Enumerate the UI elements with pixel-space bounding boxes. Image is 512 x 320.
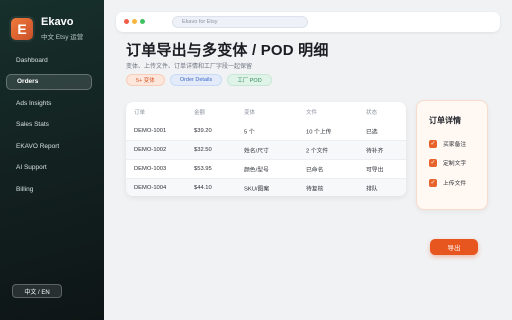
cell-order: DEMO-1001 <box>134 128 167 134</box>
window-close-dot[interactable] <box>124 19 129 24</box>
detail-item-label: 买家备注 <box>443 142 467 148</box>
table-row[interactable]: DEMO-1001 $39.20 5 个 10 个上传 已选 <box>126 122 406 140</box>
column-header-amount: 金额 <box>194 110 206 116</box>
table-row[interactable]: DEMO-1004 $44.10 SKU/图案 待复核 排队 <box>126 179 406 196</box>
detail-item-label: 上传文件 <box>443 181 467 187</box>
cell-amount: $53.95 <box>194 166 212 172</box>
export-button[interactable]: 导出 <box>430 239 478 255</box>
order-details-card: 订单详情 ✓ 买家备注 ✓ 定制文字 ✓ 上传文件 <box>416 100 488 210</box>
sidebar-item-orders[interactable]: Orders <box>6 73 92 90</box>
tag-row: 5+ 变体 Order Details 工厂 POD <box>126 74 277 86</box>
cell-status: 已选 <box>366 129 378 136</box>
column-header-variant: 变体 <box>244 110 256 116</box>
language-toggle-button[interactable]: 中文 / EN <box>12 284 62 298</box>
detail-item-uploaded-files: ✓ 上传文件 <box>429 178 466 187</box>
cell-variant: 5 个 <box>244 129 255 136</box>
brand-subtitle: 中文 Etsy 运营 <box>41 34 84 41</box>
window-minimize-dot[interactable] <box>132 19 137 24</box>
detail-item-custom-text: ✓ 定制文字 <box>429 158 466 167</box>
sidebar-item-dashboard[interactable]: Dashboard <box>6 52 92 68</box>
page-subtitle: 变体、上传文件、订单详情和工厂字段一起保留 <box>126 64 253 70</box>
check-icon: ✓ <box>429 178 437 187</box>
table-header: 订单 金额 变体 文件 状态 <box>126 102 406 122</box>
sidebar-item-billing[interactable]: Billing <box>6 181 92 197</box>
cell-file: 2 个文件 <box>306 148 329 155</box>
orders-table: 订单 金额 变体 文件 状态 DEMO-1001 $39.20 5 个 10 个… <box>126 102 406 196</box>
app-logo: E <box>11 17 33 40</box>
cell-amount: $32.50 <box>194 147 212 153</box>
cell-status: 排队 <box>366 186 378 193</box>
column-header-file: 文件 <box>306 110 318 116</box>
table-row[interactable]: DEMO-1003 $53.95 颜色/型号 已命名 可导出 <box>126 160 406 178</box>
main-content: Ekavo for Etsy 订单导出与多变体 / POD 明细 变体、上传文件… <box>104 0 512 320</box>
detail-item-label: 定制文字 <box>443 161 467 167</box>
cell-amount: $39.20 <box>194 128 212 134</box>
cell-status: 可导出 <box>366 167 384 174</box>
variant-count-tag: 5+ 变体 <box>126 74 165 86</box>
address-bar[interactable]: Ekavo for Etsy <box>172 16 308 28</box>
cell-order: DEMO-1003 <box>134 166 167 172</box>
brand-text: Ekavo 中文 Etsy 运营 <box>41 16 83 41</box>
page-title: 订单导出与多变体 / POD 明细 <box>126 42 329 59</box>
cell-variant: 姓名/尺寸 <box>244 148 269 155</box>
cell-status: 待补齐 <box>366 148 384 155</box>
table-row[interactable]: DEMO-1002 $32.50 姓名/尺寸 2 个文件 待补齐 <box>126 141 406 159</box>
cell-variant: 颜色/型号 <box>244 167 269 174</box>
cell-order: DEMO-1002 <box>134 147 167 153</box>
column-header-status: 状态 <box>366 110 378 116</box>
sidebar-item-ekavo-report[interactable]: EKAVO Report <box>6 138 92 154</box>
factory-pod-tag: 工厂 POD <box>227 74 272 86</box>
sidebar-item-sales-stats[interactable]: Sales Stats <box>6 117 92 133</box>
cell-file: 待复核 <box>306 186 324 193</box>
cell-file: 已命名 <box>306 167 324 174</box>
check-icon: ✓ <box>429 139 437 148</box>
cell-variant: SKU/图案 <box>244 186 270 193</box>
cell-order: DEMO-1004 <box>134 185 167 191</box>
sidebar-item-ads-insights[interactable]: Ads Insights <box>6 95 92 111</box>
order-details-title: 订单详情 <box>429 116 461 125</box>
brand: E Ekavo 中文 Etsy 运营 <box>11 16 83 41</box>
column-header-order: 订单 <box>134 110 146 116</box>
detail-item-buyer-note: ✓ 买家备注 <box>429 139 466 148</box>
sidebar: E Ekavo 中文 Etsy 运营 Dashboard Orders Ads … <box>0 0 104 320</box>
cell-file: 10 个上传 <box>306 129 332 136</box>
brand-name: Ekavo <box>41 16 74 28</box>
browser-bar: Ekavo for Etsy <box>116 12 500 32</box>
sidebar-item-ai-support[interactable]: AI Support <box>6 160 92 176</box>
sidebar-nav: Dashboard Orders Ads Insights Sales Stat… <box>6 52 92 203</box>
order-details-tag: Order Details <box>169 74 223 86</box>
cell-amount: $44.10 <box>194 185 212 191</box>
window-maximize-dot[interactable] <box>140 19 145 24</box>
check-icon: ✓ <box>429 158 437 167</box>
